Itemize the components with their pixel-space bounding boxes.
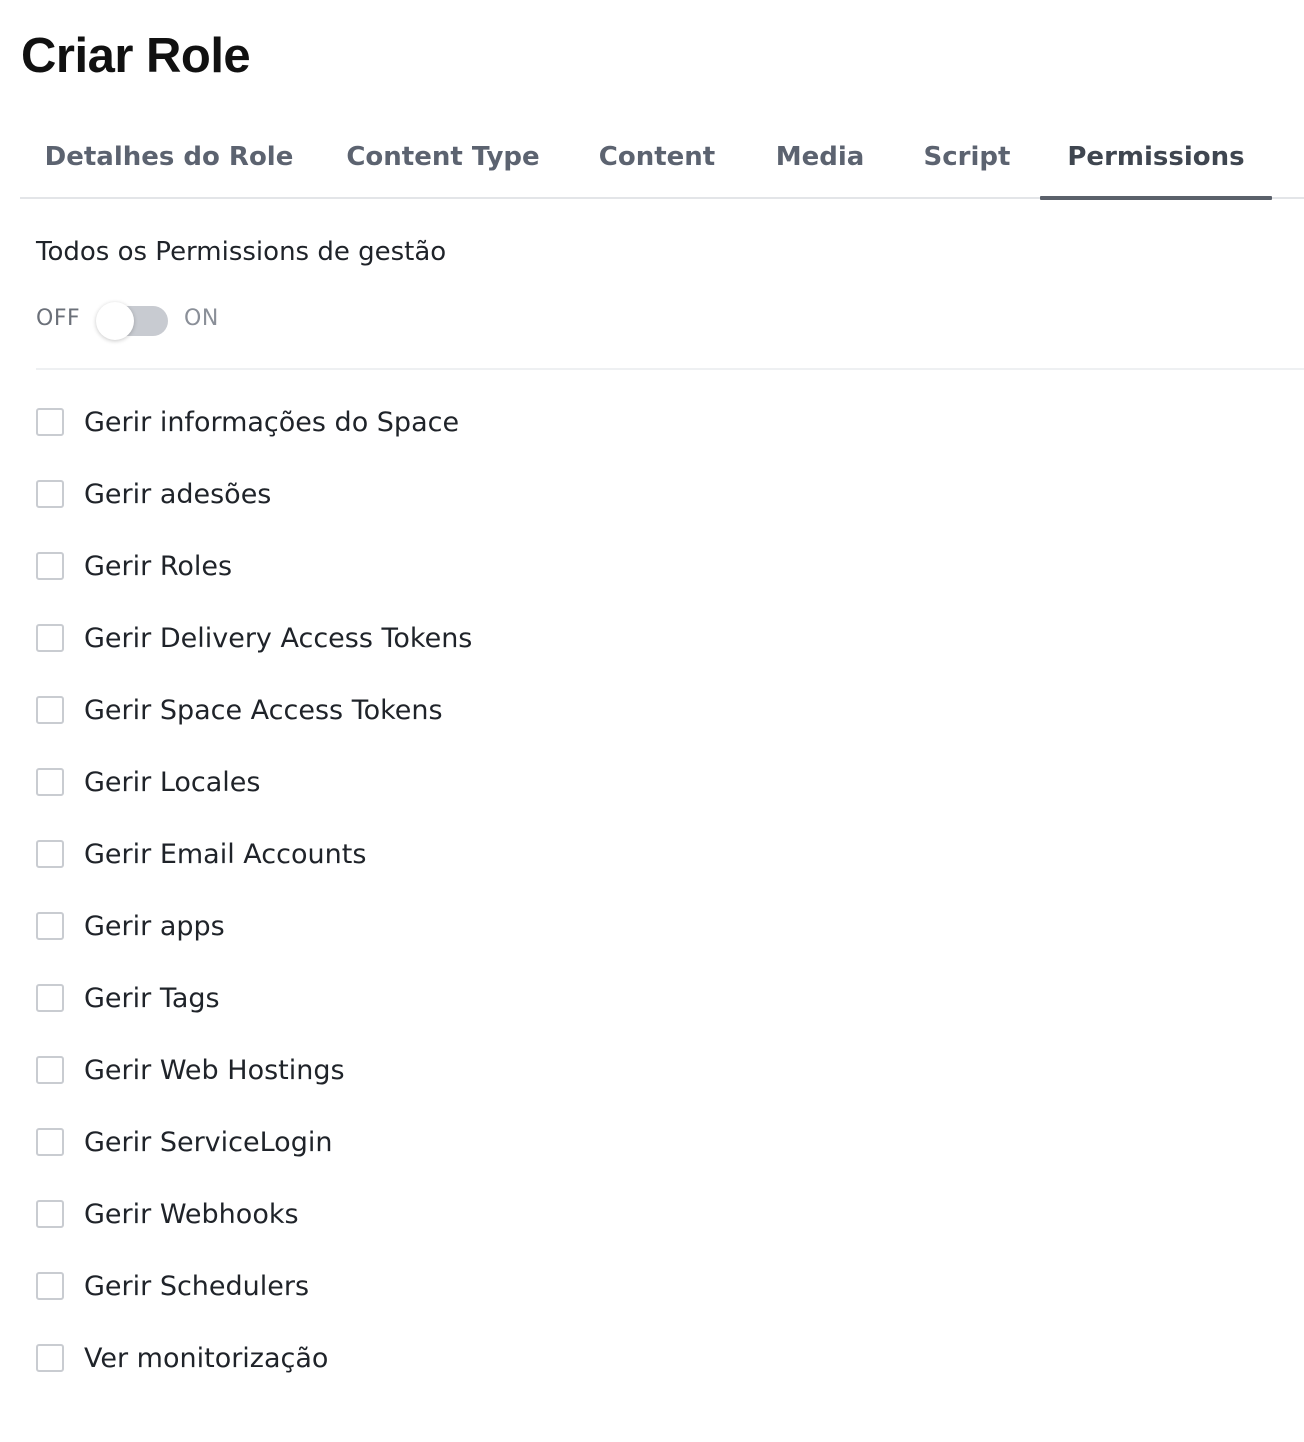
permission-label: Gerir informações do Space [84, 406, 460, 438]
permission-checkbox[interactable] [36, 480, 64, 508]
permission-label: Gerir Webhooks [84, 1198, 299, 1230]
permission-checkbox[interactable] [36, 840, 64, 868]
permission-item-tags[interactable]: Gerir Tags [36, 962, 936, 1034]
permission-checkbox[interactable] [36, 696, 64, 724]
tab-bar: Detalhes do Role Content Type Content Me… [20, 130, 1304, 200]
permission-item-web-hostings[interactable]: Gerir Web Hostings [36, 1034, 936, 1106]
permission-label: Gerir Email Accounts [84, 838, 367, 870]
permission-label: Gerir apps [84, 910, 225, 942]
tab-script[interactable]: Script [894, 130, 1040, 197]
toggle-off-label: OFF [36, 306, 81, 331]
permission-item-memberships[interactable]: Gerir adesões [36, 458, 936, 530]
section-divider [36, 368, 1304, 370]
tab-media[interactable]: Media [746, 130, 894, 197]
permission-checkbox[interactable] [36, 768, 64, 796]
permission-item-email-accounts[interactable]: Gerir Email Accounts [36, 818, 936, 890]
toggle-knob [96, 302, 134, 340]
page-title: Criar Role [21, 29, 251, 83]
permission-checkbox[interactable] [36, 408, 64, 436]
all-management-permissions-toggle[interactable] [96, 302, 168, 340]
permission-checkbox[interactable] [36, 1272, 64, 1300]
permission-item-locales[interactable]: Gerir Locales [36, 746, 936, 818]
permission-label: Gerir ServiceLogin [84, 1126, 333, 1158]
permission-item-webhooks[interactable]: Gerir Webhooks [36, 1178, 936, 1250]
permission-item-schedulers[interactable]: Gerir Schedulers [36, 1250, 936, 1322]
tab-content-type[interactable]: Content Type [318, 130, 568, 197]
permission-item-space-access-tokens[interactable]: Gerir Space Access Tokens [36, 674, 936, 746]
permission-label: Gerir Space Access Tokens [84, 694, 443, 726]
permission-checkbox[interactable] [36, 624, 64, 652]
permission-checkbox[interactable] [36, 552, 64, 580]
permission-checkbox[interactable] [36, 1128, 64, 1156]
permission-label: Gerir Tags [84, 982, 220, 1014]
permission-item-roles[interactable]: Gerir Roles [36, 530, 936, 602]
tab-permissions[interactable]: Permissions [1040, 130, 1272, 200]
permission-checkbox[interactable] [36, 1200, 64, 1228]
permission-item-service-login[interactable]: Gerir ServiceLogin [36, 1106, 936, 1178]
permission-label: Gerir Web Hostings [84, 1054, 345, 1086]
permission-label: Ver monitorização [84, 1342, 329, 1374]
permission-label: Gerir Locales [84, 766, 261, 798]
permission-checkbox[interactable] [36, 1056, 64, 1084]
permission-label: Gerir Schedulers [84, 1270, 310, 1302]
permission-label: Gerir Roles [84, 550, 233, 582]
permission-item-monitoring[interactable]: Ver monitorização [36, 1322, 936, 1394]
permission-item-delivery-access-tokens[interactable]: Gerir Delivery Access Tokens [36, 602, 936, 674]
permission-label: Gerir Delivery Access Tokens [84, 622, 473, 654]
management-toggle-row: OFF ON [36, 300, 436, 340]
management-permissions-title: Todos os Permissions de gestão [36, 237, 447, 267]
tab-detalhes-do-role[interactable]: Detalhes do Role [20, 130, 318, 197]
permission-label: Gerir adesões [84, 478, 272, 510]
permission-item-space-info[interactable]: Gerir informações do Space [36, 386, 936, 458]
tab-content[interactable]: Content [568, 130, 746, 197]
permission-checkbox[interactable] [36, 912, 64, 940]
permission-checkbox[interactable] [36, 1344, 64, 1372]
permission-item-apps[interactable]: Gerir apps [36, 890, 936, 962]
permission-checkbox[interactable] [36, 984, 64, 1012]
toggle-on-label: ON [184, 306, 219, 331]
permission-list: Gerir informações do Space Gerir adesões… [36, 386, 936, 1394]
